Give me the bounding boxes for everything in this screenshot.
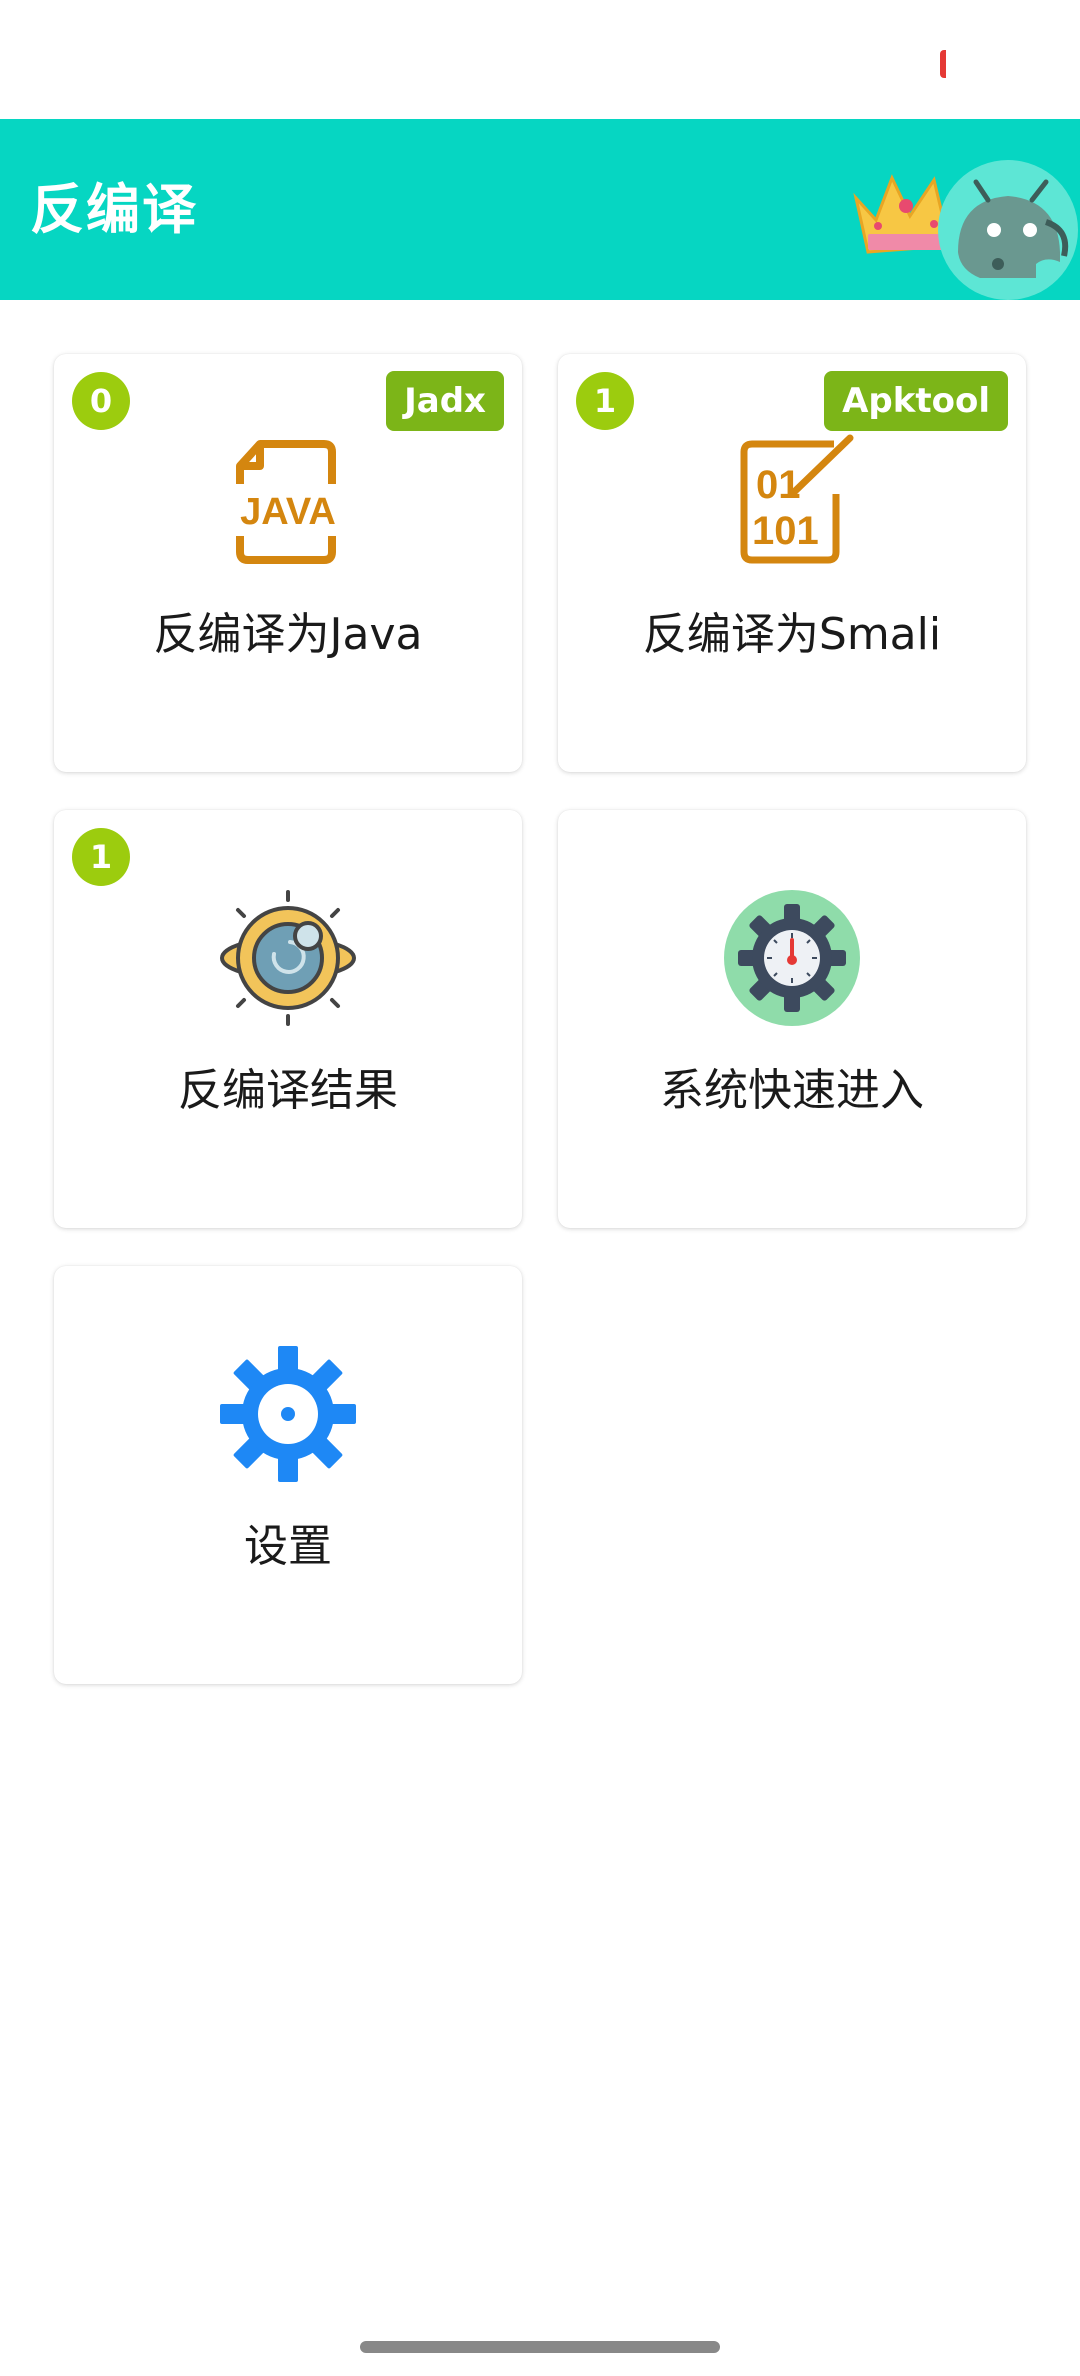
android-crown-avatar-icon[interactable] [848, 160, 1078, 300]
count-badge: 1 [576, 372, 634, 430]
card-decompile-smali[interactable]: 1 Apktool 01 101 反编译为Smali [558, 354, 1026, 772]
card-label: 设置 [244, 1521, 332, 1572]
card-decompile-result[interactable]: 1 反编译结果 [54, 810, 522, 1228]
tag-badge: Jadx [386, 371, 504, 431]
count-badge: 1 [72, 828, 130, 886]
card-settings[interactable]: 设置 [54, 1266, 522, 1684]
page-title: 反编译 [30, 178, 198, 241]
card-decompile-java[interactable]: 0 Jadx JAVA 反编译为Java [54, 354, 522, 772]
count-badge: 0 [72, 372, 130, 430]
card-label: 系统快速进入 [660, 1065, 924, 1116]
settings-gear-icon [220, 1346, 356, 1482]
tag-badge: Apktool [824, 371, 1008, 431]
card-label: 反编译为Java [153, 609, 423, 660]
decompile-result-icon [220, 890, 356, 1026]
binary-file-icon: 01 101 [740, 434, 854, 564]
svg-text:JAVA: JAVA [240, 491, 336, 533]
system-speedometer-gear-icon [724, 890, 860, 1026]
status-indicator [940, 50, 946, 78]
svg-text:01: 01 [756, 463, 801, 507]
svg-text:101: 101 [752, 509, 819, 553]
java-file-icon: JAVA [230, 440, 346, 564]
card-system-quick-entry[interactable]: 系统快速进入 [558, 810, 1026, 1228]
card-label: 反编译为Smali [642, 609, 942, 660]
home-indicator[interactable] [360, 2341, 720, 2353]
card-label: 反编译结果 [178, 1065, 398, 1116]
status-bar [0, 0, 1080, 119]
